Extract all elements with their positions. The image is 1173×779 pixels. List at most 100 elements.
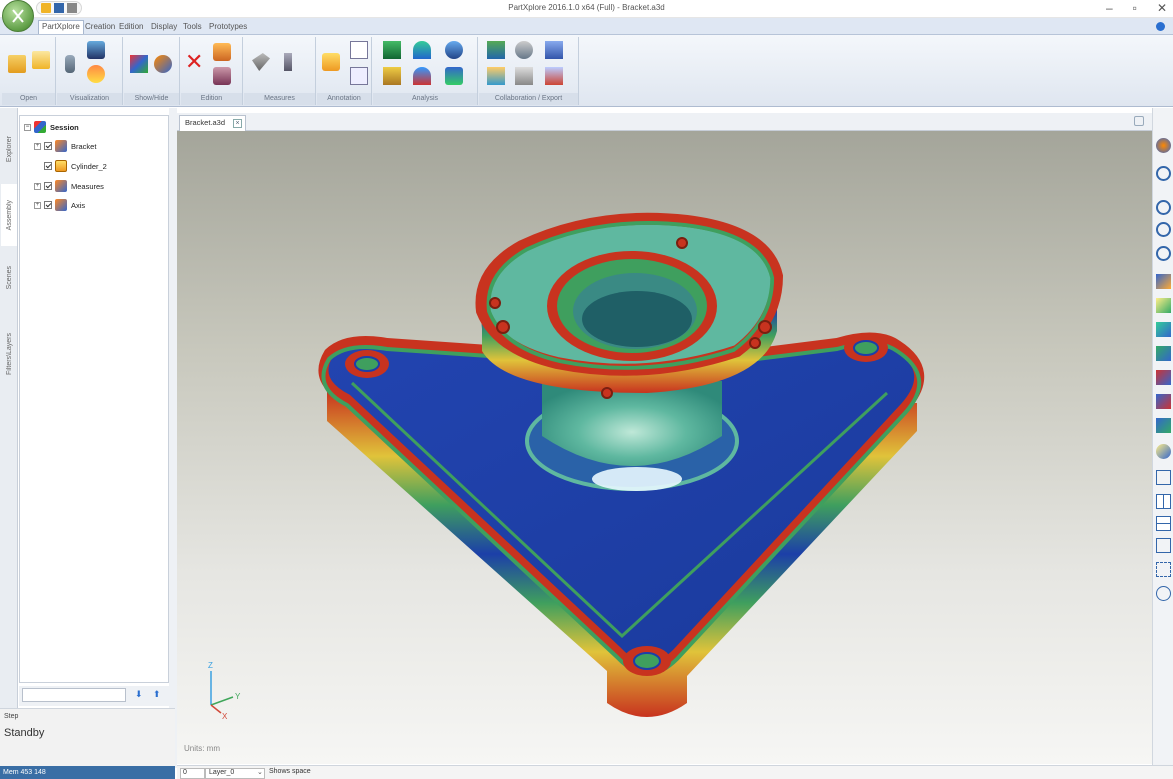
zoom-icon[interactable] bbox=[1156, 200, 1171, 215]
view-bottom-icon[interactable] bbox=[1156, 346, 1171, 361]
search-next-icon[interactable]: ⬇ bbox=[135, 689, 143, 700]
zoom-window-icon[interactable] bbox=[1156, 222, 1171, 237]
status-message: Shows space bbox=[269, 768, 311, 775]
zoom-all-icon[interactable] bbox=[1156, 166, 1171, 181]
tab-partxplore[interactable]: PartXplore bbox=[38, 20, 84, 34]
report-icon[interactable] bbox=[487, 67, 505, 85]
close-button[interactable]: ✕ bbox=[1157, 1, 1167, 15]
material-icon[interactable] bbox=[87, 65, 105, 83]
grid-icon[interactable] bbox=[1156, 562, 1171, 577]
visibility-checkbox[interactable] bbox=[44, 182, 52, 190]
note-icon[interactable] bbox=[350, 41, 368, 59]
window-controls: – ▫ ✕ bbox=[1106, 1, 1167, 15]
tree-search-input[interactable] bbox=[22, 688, 126, 702]
close-tab-icon[interactable]: × bbox=[233, 119, 243, 128]
group-label-open: Open bbox=[2, 93, 55, 105]
layer-select[interactable]: Layer_0 bbox=[205, 768, 265, 779]
four-views-icon[interactable] bbox=[1156, 538, 1171, 553]
tab-tools[interactable]: Tools bbox=[180, 21, 205, 32]
side-tab-explorer[interactable]: Explorer bbox=[1, 120, 17, 178]
publish-icon[interactable] bbox=[545, 67, 563, 85]
chevron-down-icon[interactable]: ⌄ bbox=[257, 768, 263, 776]
open-folder-icon[interactable] bbox=[32, 51, 50, 69]
share-icon[interactable] bbox=[487, 41, 505, 59]
view-top-icon[interactable] bbox=[1156, 322, 1171, 337]
tree-item-measures[interactable]: + Measures bbox=[34, 179, 104, 193]
tab-edition[interactable]: Edition bbox=[116, 21, 146, 32]
hide-icon[interactable] bbox=[154, 55, 172, 73]
compare-icon[interactable] bbox=[383, 67, 401, 85]
rotate-view-icon[interactable] bbox=[1156, 444, 1171, 459]
tree-item-bracket[interactable]: + Bracket bbox=[34, 139, 96, 153]
group-edition: ✕ Edition bbox=[181, 37, 243, 105]
thickness-icon[interactable] bbox=[413, 41, 431, 59]
tab-creation[interactable]: Creation bbox=[82, 21, 118, 32]
group-label-measures: Measures bbox=[244, 93, 315, 105]
minimize-button[interactable]: – bbox=[1106, 1, 1113, 15]
zoom-selection-icon[interactable] bbox=[1156, 246, 1171, 261]
bottle-view-icon[interactable] bbox=[65, 55, 75, 73]
export-file-icon[interactable] bbox=[545, 41, 563, 59]
units-label: Units: mm bbox=[184, 744, 220, 753]
visibility-checkbox[interactable] bbox=[44, 201, 52, 209]
target-icon[interactable] bbox=[1156, 586, 1171, 601]
open-file-icon[interactable] bbox=[8, 55, 26, 73]
view-iso-icon[interactable] bbox=[1156, 298, 1171, 313]
tree-item-cylinder[interactable]: Cylinder_2 bbox=[44, 159, 107, 173]
restore-view-icon[interactable] bbox=[1134, 116, 1144, 126]
x-axis-line bbox=[210, 704, 222, 714]
side-tab-filters-layers[interactable]: Filters\Layers bbox=[1, 312, 17, 396]
step-panel: Step Standby bbox=[0, 708, 175, 766]
panel-splitter[interactable] bbox=[169, 108, 177, 768]
text-label-icon[interactable] bbox=[350, 67, 368, 85]
group-measures: Measures bbox=[244, 37, 316, 105]
search-previous-icon[interactable]: ⬆ bbox=[153, 689, 161, 700]
expand-icon[interactable]: + bbox=[34, 182, 41, 190]
wall-analysis-icon[interactable] bbox=[413, 67, 431, 85]
curvature-icon[interactable] bbox=[445, 41, 463, 59]
expand-icon[interactable]: + bbox=[34, 201, 41, 209]
side-tab-scenes[interactable]: Scenes bbox=[1, 250, 17, 306]
probe-icon[interactable] bbox=[284, 53, 292, 71]
maximize-button[interactable]: ▫ bbox=[1133, 1, 1137, 15]
single-view-icon[interactable] bbox=[1156, 470, 1171, 485]
view-orientation-icon[interactable] bbox=[1156, 138, 1171, 153]
caliper-icon[interactable] bbox=[252, 53, 270, 71]
annotation-icon[interactable] bbox=[322, 53, 340, 71]
axis-icon bbox=[55, 199, 67, 211]
flange-hole bbox=[749, 337, 761, 349]
split-vertical-icon[interactable] bbox=[1156, 494, 1171, 509]
draft-analysis-icon[interactable] bbox=[383, 41, 401, 59]
tree-search-bar: ⬇ ⬆ bbox=[19, 686, 169, 706]
expand-icon[interactable]: + bbox=[34, 142, 41, 150]
render-mode-icon[interactable] bbox=[87, 41, 105, 59]
visibility-checkbox[interactable] bbox=[44, 142, 52, 150]
split-horizontal-icon[interactable] bbox=[1156, 516, 1171, 531]
3d-viewport[interactable]: Z Y X Units: mm bbox=[177, 131, 1152, 764]
tab-prototypes[interactable]: Prototypes bbox=[206, 21, 250, 32]
tree-item-axis[interactable]: + Axis bbox=[34, 198, 85, 212]
edit-part-icon[interactable] bbox=[213, 43, 231, 61]
group-open: Open bbox=[2, 37, 56, 105]
tree-root-session[interactable]: − Session bbox=[24, 120, 79, 134]
tab-bracket-a3d[interactable]: Bracket.a3d × bbox=[179, 115, 247, 131]
tab-display[interactable]: Display bbox=[148, 21, 180, 32]
export-3d-icon[interactable] bbox=[515, 41, 533, 59]
print-preview-icon[interactable] bbox=[515, 67, 533, 85]
view-front-icon[interactable] bbox=[1156, 274, 1171, 289]
show-all-icon[interactable] bbox=[130, 55, 148, 73]
view-right-icon[interactable] bbox=[1156, 394, 1171, 409]
app-menu-button[interactable] bbox=[2, 0, 34, 32]
status-bar: 0 Layer_0 ⌄ Shows space bbox=[177, 765, 1173, 779]
volume-icon[interactable] bbox=[445, 67, 463, 85]
mount-hole-left-inner bbox=[354, 356, 380, 372]
help-icon[interactable] bbox=[1156, 22, 1165, 31]
side-tab-assembly[interactable]: Assembly bbox=[1, 184, 17, 246]
view-left-icon[interactable] bbox=[1156, 370, 1171, 385]
layer-index-field[interactable]: 0 bbox=[180, 768, 205, 779]
edit-color-icon[interactable] bbox=[213, 67, 231, 85]
collapse-icon[interactable]: − bbox=[24, 123, 31, 131]
visibility-checkbox[interactable] bbox=[44, 162, 52, 170]
delete-icon[interactable]: ✕ bbox=[185, 51, 203, 73]
view-back-icon[interactable] bbox=[1156, 418, 1171, 433]
